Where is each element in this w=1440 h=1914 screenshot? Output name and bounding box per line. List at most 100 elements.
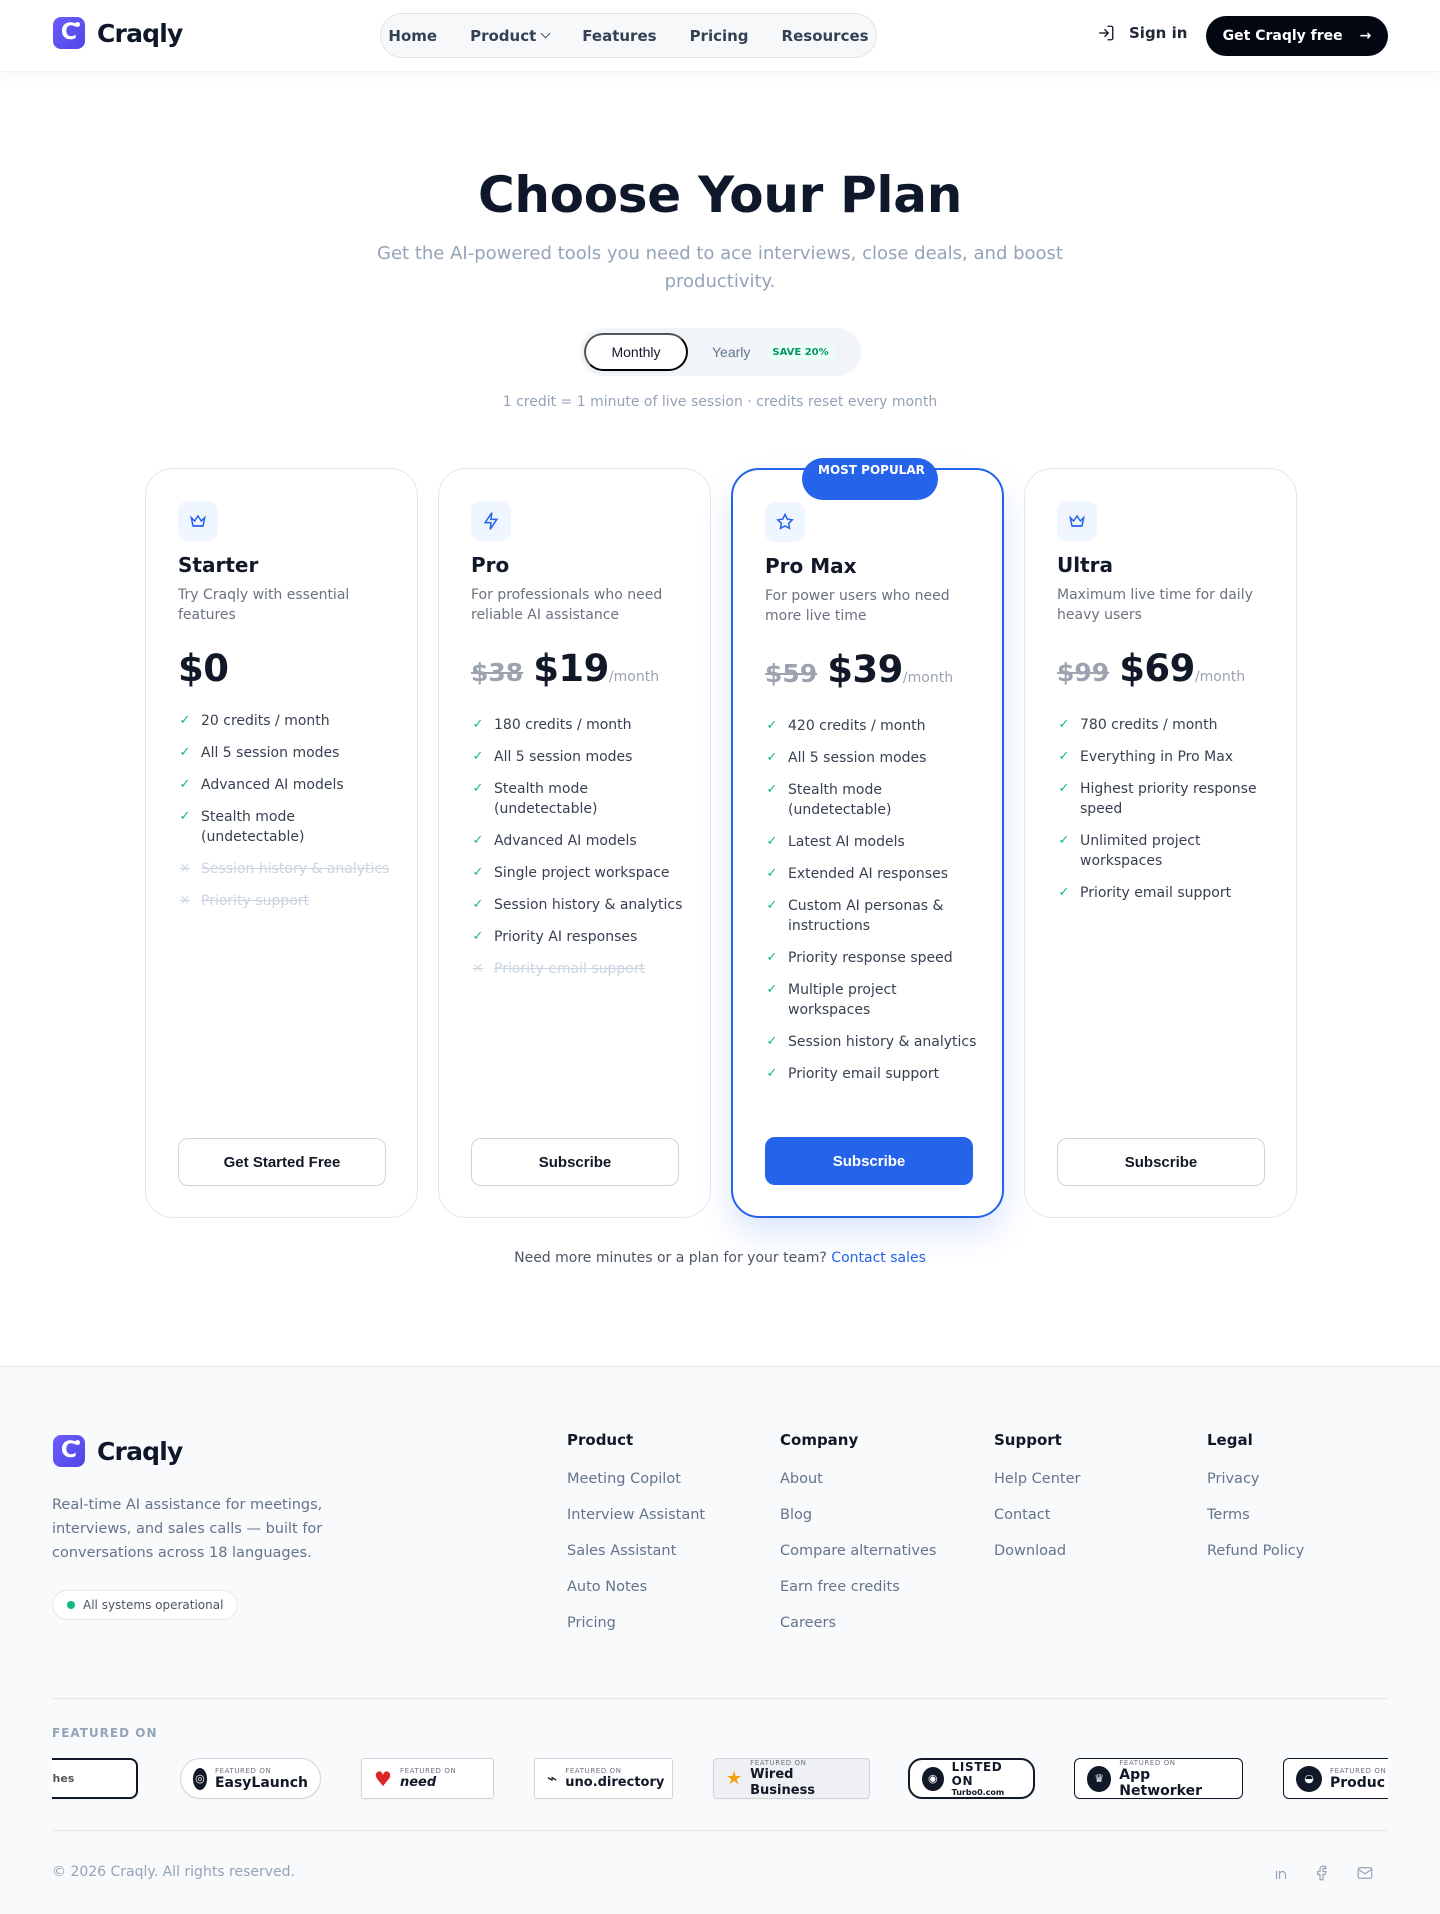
footer-link[interactable]: Sales Assistant <box>567 1541 705 1561</box>
footer-link[interactable]: Privacy <box>1207 1469 1304 1489</box>
feature-item: ✓ 180 credits / month <box>471 715 689 735</box>
feature-item: ✓ Stealth mode (undetectable) <box>178 807 396 847</box>
featured-badge-turbo0[interactable]: ◉ LISTED ON Turbo0.com <box>908 1758 1035 1799</box>
featured-badge-easylaunch[interactable]: ◎ FEATURED ON EasyLaunch <box>180 1758 321 1799</box>
brand-logo[interactable]: C Craqly <box>53 17 183 49</box>
featured-badge-product[interactable]: ◒ FEATURED ON Produc <box>1283 1758 1388 1799</box>
footer-link[interactable]: Blog <box>780 1505 936 1525</box>
contact-sales-link[interactable]: Contact sales <box>831 1250 926 1266</box>
save-badge: SAVE 20% <box>765 343 836 361</box>
footer-bottom-divider <box>52 1830 1388 1831</box>
get-started-free-button[interactable]: Get Started Free <box>178 1138 386 1186</box>
feature-item: ✓ Extended AI responses <box>765 864 983 884</box>
featured-badge-uno[interactable]: ⌁ FEATURED ON uno.directory <box>534 1758 673 1799</box>
footer-column-support: Support Help Center Contact Download <box>994 1431 1080 1577</box>
footer-link[interactable]: Refund Policy <box>1207 1541 1304 1561</box>
most-popular-badge: MOST POPULAR <box>802 458 938 500</box>
footer-link[interactable]: Careers <box>780 1613 936 1633</box>
feature-text: 180 credits / month <box>494 717 632 733</box>
badge-name: Produc <box>1330 1774 1386 1791</box>
footer-link[interactable]: Meeting Copilot <box>567 1469 705 1489</box>
check-icon: ✓ <box>179 777 191 792</box>
sign-in-link[interactable]: Sign in <box>1097 24 1187 42</box>
original-price: $38 <box>471 658 524 687</box>
feature-item: ✓ Session history & analytics <box>471 895 689 915</box>
crown-icon <box>178 501 218 541</box>
logo-mark-icon: C <box>53 1435 85 1467</box>
feature-text: Latest AI models <box>788 834 905 850</box>
logo-mark-icon: C <box>53 17 85 49</box>
linkedin-icon[interactable] <box>1272 1864 1290 1882</box>
feature-item: ✓ Single project workspace <box>471 863 689 883</box>
get-free-button[interactable]: Get Craqly free → <box>1206 16 1388 56</box>
footer-link[interactable]: About <box>780 1469 936 1489</box>
feature-item: ✓ Priority email support <box>1057 883 1275 903</box>
plan-description: For power users who need more live time <box>765 588 950 624</box>
check-icon: ✓ <box>472 929 484 944</box>
feature-text: Stealth mode (undetectable) <box>494 781 598 817</box>
footer-link[interactable]: Interview Assistant <box>567 1505 705 1525</box>
feature-text: Stealth mode (undetectable) <box>788 782 892 818</box>
footer-column-legal: Legal Privacy Terms Refund Policy <box>1207 1431 1304 1577</box>
footer-link[interactable]: Compare alternatives <box>780 1541 936 1561</box>
nav-pricing[interactable]: Pricing <box>690 27 749 45</box>
feature-text: Priority email support <box>494 961 646 977</box>
footer-brand-logo[interactable]: C Craqly <box>53 1435 183 1467</box>
check-icon: ✓ <box>766 950 778 965</box>
check-icon: ✓ <box>1058 781 1070 796</box>
check-icon: ✓ <box>766 718 778 733</box>
billing-period: /month <box>902 670 954 686</box>
subscribe-button-pro[interactable]: Subscribe <box>471 1138 679 1186</box>
check-icon: ✓ <box>472 717 484 732</box>
footer-link[interactable]: Download <box>994 1541 1080 1561</box>
nav-home[interactable]: Home <box>388 27 437 45</box>
footer: C Craqly Real-time AI assistance for mee… <box>0 1366 1440 1914</box>
footer-link[interactable]: Contact <box>994 1505 1080 1525</box>
top-navigation: C Craqly Home Product Features Pricing R… <box>0 0 1440 72</box>
feature-item: ✓ Multiple project workspaces <box>765 980 983 1020</box>
featured-badge-wired-business[interactable]: ★ FEATURED ON Wired Business <box>713 1758 870 1799</box>
plan-name: Ultra <box>1057 553 1114 577</box>
subscribe-button-pro-max[interactable]: Subscribe <box>765 1137 973 1185</box>
nav-product[interactable]: Product <box>470 27 551 45</box>
plan-name: Starter <box>178 553 259 577</box>
status-badge[interactable]: All systems operational <box>52 1590 239 1620</box>
feature-item: ✓ Priority AI responses <box>471 927 689 947</box>
featured-badge[interactable]: ches <box>52 1758 138 1799</box>
feature-text: Highest priority response speed <box>1080 781 1257 817</box>
yearly-toggle[interactable]: Yearly <box>712 344 750 360</box>
footer-link[interactable]: Earn free credits <box>780 1577 936 1597</box>
feature-text: 420 credits / month <box>788 718 926 734</box>
current-price: $19 <box>533 647 609 690</box>
facebook-icon[interactable] <box>1314 1864 1332 1882</box>
plan-card-starter: Starter Try Craqly with essential featur… <box>145 468 418 1218</box>
check-icon: ✓ <box>766 782 778 797</box>
footer-link[interactable]: Auto Notes <box>567 1577 705 1597</box>
feature-item: ✓ Advanced AI models <box>178 775 396 795</box>
subscribe-button-ultra[interactable]: Subscribe <box>1057 1138 1265 1186</box>
feature-item: ✓ Highest priority response speed <box>1057 779 1275 819</box>
footer-link[interactable]: Pricing <box>567 1613 705 1633</box>
check-icon: ✓ <box>1058 833 1070 848</box>
featured-badge-app-networker[interactable]: ♛ FEATURED ON App Networker <box>1074 1758 1243 1799</box>
nav-features[interactable]: Features <box>582 27 656 45</box>
feature-text: Priority response speed <box>788 950 953 966</box>
feature-item: ✓ 20 credits / month <box>178 711 396 731</box>
sign-in-label: Sign in <box>1129 24 1188 42</box>
social-links <box>1272 1864 1374 1882</box>
billing-period: /month <box>1194 669 1246 685</box>
footer-divider <box>52 1698 1388 1699</box>
check-icon: ✓ <box>472 833 484 848</box>
badge-name: ches <box>52 1771 75 1785</box>
current-price: $0 <box>178 647 229 690</box>
nav-resources[interactable]: Resources <box>782 27 869 45</box>
price-row: $59 $39/month <box>765 648 953 691</box>
monthly-toggle[interactable]: Monthly <box>584 333 688 371</box>
featured-badge-need[interactable]: ♥ FEATURED ON need <box>361 1758 494 1799</box>
footer-link[interactable]: Terms <box>1207 1505 1304 1525</box>
arrow-right-icon: → <box>1359 28 1372 44</box>
footer-link[interactable]: Help Center <box>994 1469 1080 1489</box>
price-row: $0 <box>178 647 229 690</box>
feature-text: Multiple project workspaces <box>788 982 897 1018</box>
mail-icon[interactable] <box>1356 1864 1374 1882</box>
